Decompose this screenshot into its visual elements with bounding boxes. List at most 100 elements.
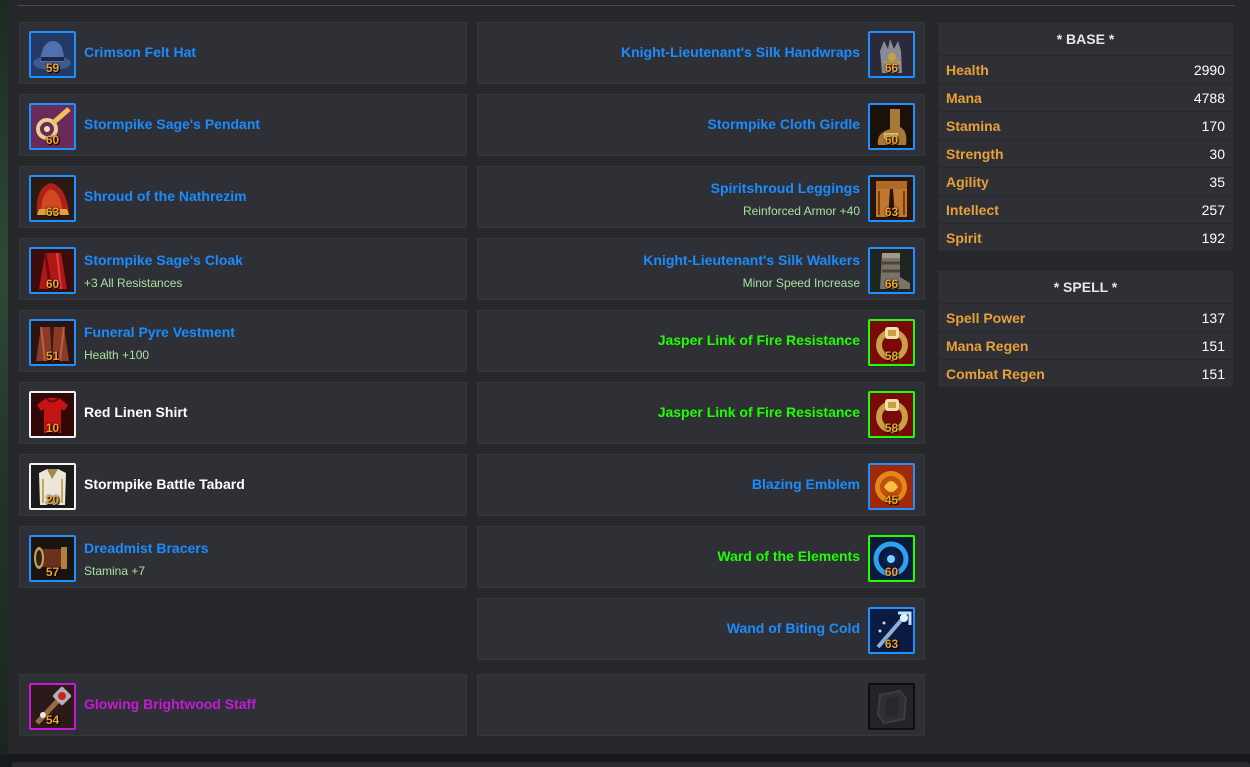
item-name[interactable]: Funeral Pyre Vestment bbox=[84, 324, 235, 340]
item-name[interactable]: Blazing Emblem bbox=[752, 476, 860, 492]
wand-icon[interactable]: 63 bbox=[868, 607, 915, 654]
cloak-icon[interactable]: 60 bbox=[29, 247, 76, 294]
equipment-slot-hands[interactable]: 66 Knight-Lieutenant's Silk Handwraps bbox=[477, 22, 925, 84]
robe-icon[interactable]: 51 bbox=[29, 319, 76, 366]
equipment-slot-waist[interactable]: 60 Stormpike Cloth Girdle bbox=[477, 94, 925, 156]
item-level: 20 bbox=[45, 493, 60, 507]
stat-label: Spirit bbox=[946, 230, 982, 246]
item-name[interactable]: Shroud of the Nathrezim bbox=[84, 188, 247, 204]
stat-row-mana-regen: Mana Regen 151 bbox=[938, 331, 1233, 359]
stat-value: 35 bbox=[1209, 174, 1225, 190]
leggings-icon[interactable]: 63 bbox=[868, 175, 915, 222]
tabard-icon[interactable]: 20 bbox=[29, 463, 76, 510]
ring-icon[interactable]: 58 bbox=[868, 319, 915, 366]
stat-label: Health bbox=[946, 62, 989, 78]
stat-label: Combat Regen bbox=[946, 366, 1045, 382]
item-name[interactable]: Glowing Brightwood Staff bbox=[84, 696, 256, 712]
equipment-slot-head[interactable]: 59 Crimson Felt Hat bbox=[19, 22, 467, 84]
stat-row-agility: Agility 35 bbox=[938, 167, 1233, 195]
item-name[interactable]: Jasper Link of Fire Resistance bbox=[658, 332, 860, 348]
spell-stats-title: * SPELL * bbox=[1053, 279, 1118, 295]
item-level: 63 bbox=[884, 637, 899, 651]
stat-row-spell-power: Spell Power 137 bbox=[938, 303, 1233, 331]
item-name[interactable]: Stormpike Battle Tabard bbox=[84, 476, 245, 492]
stat-value: 170 bbox=[1201, 118, 1225, 134]
item-level: 10 bbox=[45, 421, 60, 435]
equipment-slot-finger-2[interactable]: 58 Jasper Link of Fire Resistance bbox=[477, 382, 925, 444]
item-name[interactable]: Crimson Felt Hat bbox=[84, 44, 196, 60]
stat-label: Stamina bbox=[946, 118, 1001, 134]
item-name[interactable]: Knight-Lieutenant's Silk Walkers bbox=[643, 252, 860, 268]
item-level: 54 bbox=[45, 713, 60, 727]
ring-icon[interactable]: 58 bbox=[868, 391, 915, 438]
item-name[interactable]: Stormpike Sage's Pendant bbox=[84, 116, 260, 132]
staff-icon[interactable]: 54 bbox=[29, 683, 76, 730]
stat-value: 2990 bbox=[1193, 62, 1225, 78]
stat-label: Strength bbox=[946, 146, 1004, 162]
stat-value: 192 bbox=[1201, 230, 1225, 246]
stat-value: 30 bbox=[1209, 146, 1225, 162]
equipment-slot-ranged[interactable]: 63 Wand of Biting Cold bbox=[477, 598, 925, 660]
item-level: 45 bbox=[884, 493, 899, 507]
item-level: 58 bbox=[884, 421, 899, 435]
base-stats-title: * BASE * bbox=[1056, 31, 1115, 47]
item-name[interactable]: Wand of Biting Cold bbox=[727, 620, 860, 636]
equipment-slot-back[interactable]: 60 Stormpike Sage's Cloak +3 All Resista… bbox=[19, 238, 467, 300]
shirt-icon[interactable]: 10 bbox=[29, 391, 76, 438]
item-name[interactable]: Red Linen Shirt bbox=[84, 404, 187, 420]
stat-label: Intellect bbox=[946, 202, 999, 218]
item-level: 60 bbox=[45, 133, 60, 147]
stat-row-strength: Strength 30 bbox=[938, 139, 1233, 167]
shoulder-icon[interactable]: 63 bbox=[29, 175, 76, 222]
pendant-icon[interactable]: 60 bbox=[29, 103, 76, 150]
equipment-slot-legs[interactable]: 63 Spiritshroud Leggings Reinforced Armo… bbox=[477, 166, 925, 228]
item-enchant: Reinforced Armor +40 bbox=[742, 204, 860, 218]
item-name[interactable]: Stormpike Cloth Girdle bbox=[708, 116, 860, 132]
stat-label: Agility bbox=[946, 174, 989, 190]
item-name[interactable]: Knight-Lieutenant's Silk Handwraps bbox=[621, 44, 860, 60]
base-stats-panel: * BASE * Health 2990 Mana 4788 Stamina 1… bbox=[938, 23, 1233, 251]
item-name[interactable]: Spiritshroud Leggings bbox=[711, 180, 860, 196]
equipment-slot-main-hand[interactable]: 54 Glowing Brightwood Staff bbox=[19, 674, 467, 736]
stat-row-mana: Mana 4788 bbox=[938, 83, 1233, 111]
item-name[interactable]: Ward of the Elements bbox=[717, 548, 860, 564]
equipment-slot-trinket-1[interactable]: 45 Blazing Emblem bbox=[477, 454, 925, 516]
equipment-slot-tabard[interactable]: 20 Stormpike Battle Tabard bbox=[19, 454, 467, 516]
divider bbox=[18, 5, 1235, 6]
stat-row-intellect: Intellect 257 bbox=[938, 195, 1233, 223]
item-level: 66 bbox=[884, 61, 899, 75]
equipment-slot-off-hand[interactable] bbox=[477, 674, 925, 736]
equipment-slot-shirt[interactable]: 10 Red Linen Shirt bbox=[19, 382, 467, 444]
equipment-slot-chest[interactable]: 51 Funeral Pyre Vestment Health +100 bbox=[19, 310, 467, 372]
item-enchant: Minor Speed Increase bbox=[742, 276, 860, 290]
equipment-slot-wrist[interactable]: 57 Dreadmist Bracers Stamina +7 bbox=[19, 526, 467, 588]
belt-icon[interactable]: 60 bbox=[868, 103, 915, 150]
item-name[interactable]: Stormpike Sage's Cloak bbox=[84, 252, 243, 268]
equipment-slot-finger-1[interactable]: 58 Jasper Link of Fire Resistance bbox=[477, 310, 925, 372]
stat-row-combat-regen: Combat Regen 151 bbox=[938, 359, 1233, 387]
item-level: 60 bbox=[45, 277, 60, 291]
gloves-icon[interactable]: 66 bbox=[868, 31, 915, 78]
equipment-slot-shoulder[interactable]: 63 Shroud of the Nathrezim bbox=[19, 166, 467, 228]
equipment-slot-neck[interactable]: 60 Stormpike Sage's Pendant bbox=[19, 94, 467, 156]
boots-icon[interactable]: 66 bbox=[868, 247, 915, 294]
item-enchant: Stamina +7 bbox=[84, 564, 146, 578]
bracers-icon[interactable]: 57 bbox=[29, 535, 76, 582]
equipment-slot-trinket-2[interactable]: 60 Ward of the Elements bbox=[477, 526, 925, 588]
ward-trinket-icon[interactable]: 60 bbox=[868, 535, 915, 582]
item-name[interactable]: Jasper Link of Fire Resistance bbox=[658, 404, 860, 420]
item-level: 60 bbox=[884, 133, 899, 147]
item-enchant: Health +100 bbox=[84, 348, 150, 362]
item-name[interactable]: Dreadmist Bracers bbox=[84, 540, 209, 556]
stat-label: Mana Regen bbox=[946, 338, 1029, 354]
item-level: 66 bbox=[884, 277, 899, 291]
spell-stats-panel: * SPELL * Spell Power 137 Mana Regen 151… bbox=[938, 271, 1233, 387]
hat-icon[interactable]: 59 bbox=[29, 31, 76, 78]
stat-value: 4788 bbox=[1193, 90, 1225, 106]
stat-value: 151 bbox=[1201, 366, 1225, 382]
background-edge bbox=[0, 0, 8, 767]
emblem-trinket-icon[interactable]: 45 bbox=[868, 463, 915, 510]
equipment-slot-feet[interactable]: 66 Knight-Lieutenant's Silk Walkers Mino… bbox=[477, 238, 925, 300]
empty-shield-slot-icon[interactable] bbox=[868, 683, 915, 730]
stat-value: 151 bbox=[1201, 338, 1225, 354]
